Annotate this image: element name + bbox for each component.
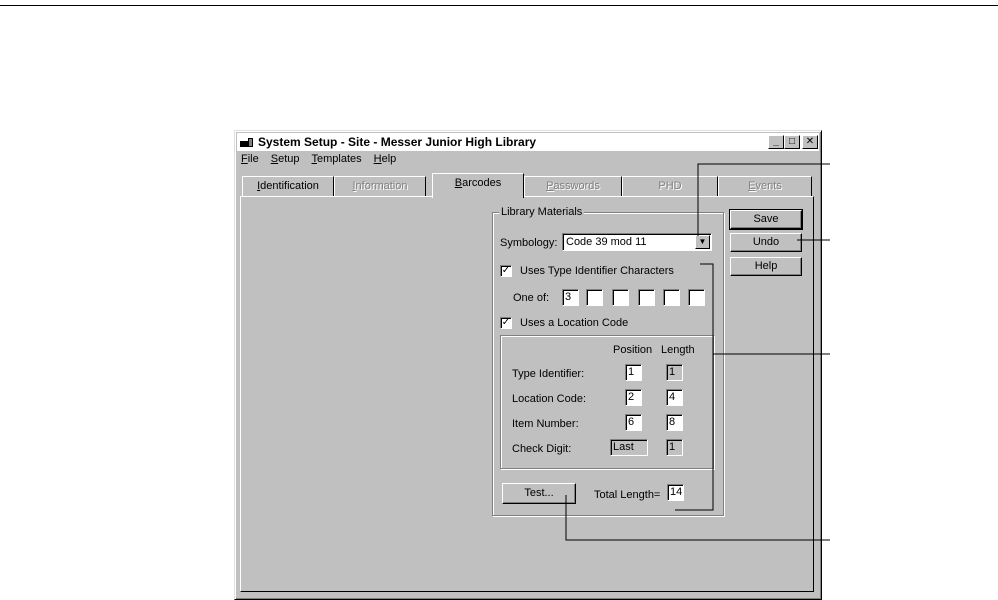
one-of-label: One of:: [513, 292, 550, 304]
one-of-field-1[interactable]: 3: [562, 289, 579, 306]
length-header: Length: [661, 344, 695, 356]
check-digit-position: Last: [610, 439, 648, 456]
tab-phd[interactable]: PHD: [622, 176, 718, 196]
page-top-rule: [0, 5, 998, 6]
row-label-location-code: Location Code:: [512, 393, 586, 405]
total-length-label: Total Length=: [594, 489, 661, 501]
location-code-position[interactable]: 2: [625, 389, 642, 406]
uses-location-code-checkbox[interactable]: ✓: [500, 317, 512, 329]
tab-events[interactable]: Events: [718, 176, 812, 196]
group-title: Library Materials: [499, 206, 585, 218]
one-of-field-6[interactable]: [688, 289, 705, 306]
check-digit-length: 1: [666, 439, 683, 456]
row-label-check-digit: Check Digit:: [512, 443, 572, 455]
one-of-field-5[interactable]: [663, 289, 680, 306]
type-identifier-position[interactable]: 1: [625, 364, 642, 381]
one-of-field-3[interactable]: [612, 289, 629, 306]
total-length-field[interactable]: 14: [667, 484, 684, 501]
undo-button[interactable]: Undo: [730, 233, 802, 252]
save-button[interactable]: Save: [729, 209, 803, 230]
row-label-item-number: Item Number:: [512, 418, 579, 430]
item-number-position[interactable]: 6: [625, 414, 642, 431]
test-button[interactable]: Test...: [502, 483, 576, 504]
uses-location-code-label: Uses a Location Code: [520, 317, 629, 329]
help-button[interactable]: Help: [730, 257, 802, 276]
row-label-type-identifier: Type Identifier:: [512, 368, 585, 380]
position-header: Position: [613, 344, 653, 356]
item-number-length[interactable]: 8: [666, 414, 683, 431]
tab-barcodes[interactable]: Barcodes: [432, 173, 524, 198]
tab-identification[interactable]: Identification: [242, 176, 334, 196]
symbology-label: Symbology:: [500, 237, 558, 249]
tab-passwords[interactable]: Passwords: [524, 176, 622, 196]
one-of-field-2[interactable]: [586, 289, 603, 306]
symbology-value: Code 39 mod 11: [566, 236, 647, 248]
location-code-length[interactable]: 4: [666, 389, 683, 406]
symbology-select[interactable]: Code 39 mod 11 ▼: [562, 233, 712, 251]
chevron-down-icon[interactable]: ▼: [695, 235, 710, 249]
one-of-field-4[interactable]: [638, 289, 655, 306]
type-identifier-length: 1: [666, 364, 683, 381]
uses-type-identifier-checkbox[interactable]: ✓: [500, 265, 512, 277]
tab-information[interactable]: Information: [334, 176, 426, 196]
uses-type-identifier-label: Uses Type Identifier Characters: [520, 265, 674, 277]
